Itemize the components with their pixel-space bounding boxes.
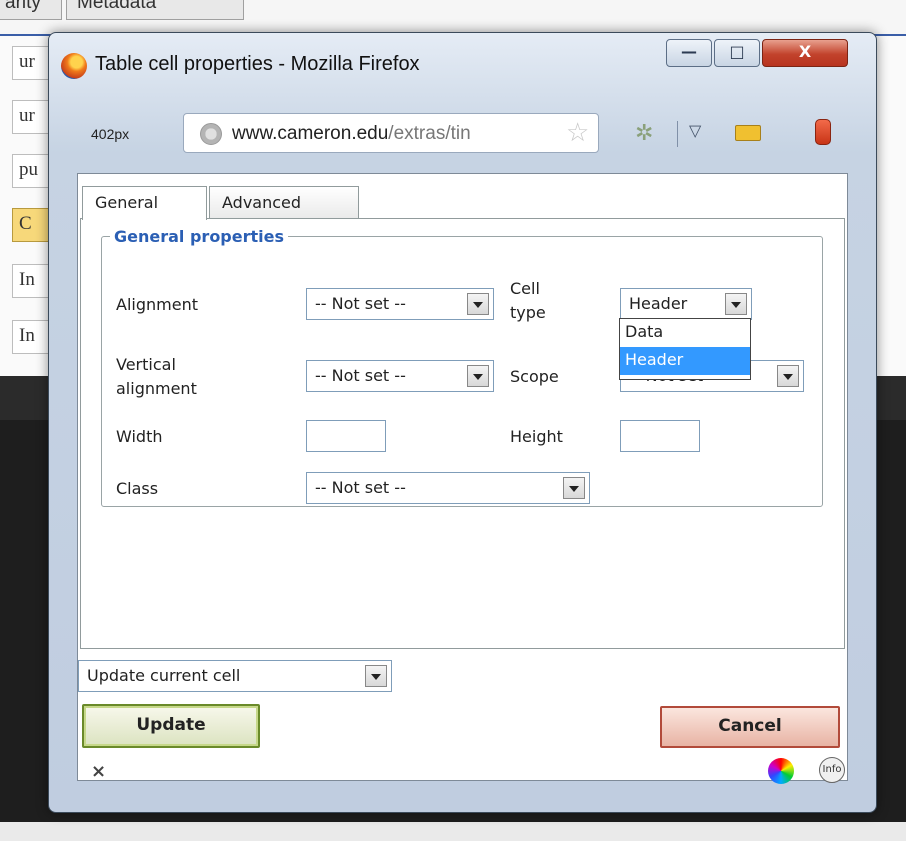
background-tab-security[interactable]: arity [0, 0, 62, 20]
cell-type-option-header[interactable]: Header [620, 347, 750, 375]
general-properties-legend: General properties [114, 227, 285, 246]
update-scope-select[interactable]: Update current cell [78, 660, 392, 692]
cell-type-option-data[interactable]: Data [620, 319, 750, 347]
info-icon[interactable]: Info [819, 757, 845, 783]
window-title: Table cell properties - Mozilla Firefox [95, 53, 420, 75]
class-select[interactable]: -- Not set -- [306, 472, 590, 504]
class-label: Class [116, 479, 159, 498]
chevron-down-icon[interactable]: ▽ [689, 121, 701, 140]
firefox-icon [61, 53, 87, 79]
chevron-down-icon[interactable] [563, 477, 585, 499]
globe-icon [200, 123, 222, 145]
addon-puzzle-icon[interactable]: ✲ [635, 121, 653, 146]
width-label: Width [116, 427, 163, 446]
url-domain: www.cameron.edu [232, 123, 389, 144]
chevron-down-icon[interactable] [365, 665, 387, 687]
height-input[interactable] [620, 420, 700, 452]
minimize-button[interactable]: — [666, 39, 712, 67]
database-icon[interactable] [815, 119, 831, 145]
color-wheel-icon[interactable] [768, 758, 794, 784]
chevron-down-icon[interactable] [725, 293, 747, 315]
width-input[interactable] [306, 420, 386, 452]
background-bottom-strip [0, 822, 906, 841]
maximize-button[interactable]: □ [714, 39, 760, 67]
background-tab-strip: arity Metadata [0, 0, 906, 34]
vertical-alignment-select[interactable]: -- Not set -- [306, 360, 494, 392]
url-bar[interactable]: www.cameron.edu/extras/tin ☆ [183, 113, 599, 153]
chevron-down-icon[interactable] [777, 365, 799, 387]
popup-window: Table cell properties - Mozilla Firefox … [48, 32, 877, 813]
cancel-button[interactable]: Cancel [660, 706, 840, 748]
bookmark-star-icon[interactable]: ☆ [566, 118, 589, 148]
height-label: Height [510, 427, 563, 446]
update-button[interactable]: Update [82, 704, 260, 748]
status-bar: × Info [77, 753, 848, 789]
alignment-select-value: -- Not set -- [315, 294, 406, 313]
alignment-select[interactable]: -- Not set -- [306, 288, 494, 320]
close-window-button[interactable]: X [762, 39, 848, 67]
chevron-down-icon[interactable] [467, 365, 489, 387]
size-label: 402px [91, 126, 130, 142]
scope-label: Scope [510, 367, 559, 386]
dialog-content: General Advanced General properties Alig… [77, 173, 848, 781]
close-icon[interactable]: × [91, 761, 106, 782]
toolbar-separator [677, 121, 678, 147]
cell-type-dropdown-list: Data Header [619, 318, 751, 380]
title-bar[interactable]: Table cell properties - Mozilla Firefox … [49, 33, 876, 105]
class-select-value: -- Not set -- [315, 478, 406, 497]
ruler-icon[interactable] [735, 125, 761, 141]
tab-general[interactable]: General [82, 186, 207, 220]
cell-type-label-line2: type [510, 303, 546, 322]
url-text: www.cameron.edu/extras/tin [232, 123, 532, 145]
vertical-alignment-label-line2: alignment [116, 379, 197, 398]
vertical-alignment-select-value: -- Not set -- [315, 366, 406, 385]
general-panel: General properties Alignment -- Not set … [80, 218, 845, 649]
url-path: /extras/tin [388, 123, 471, 144]
cell-type-select-value: Header [629, 294, 688, 313]
tab-advanced[interactable]: Advanced [209, 186, 359, 218]
cell-type-label-line1: Cell [510, 279, 540, 298]
background-tab-metadata[interactable]: Metadata [66, 0, 244, 20]
vertical-alignment-label-line1: Vertical [116, 355, 176, 374]
chevron-down-icon[interactable] [467, 293, 489, 315]
cell-type-select[interactable]: Header [620, 288, 752, 320]
alignment-label: Alignment [116, 295, 198, 314]
update-scope-select-value: Update current cell [87, 666, 241, 685]
